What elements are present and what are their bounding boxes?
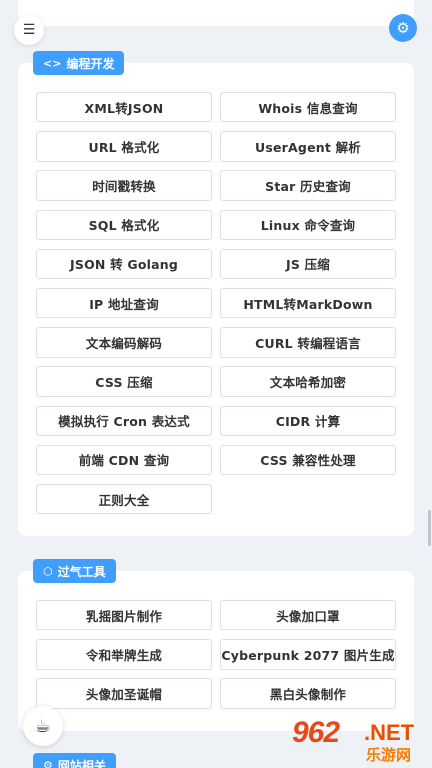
section-badge-legacy: ⬡ 过气工具	[33, 559, 116, 583]
tool-button[interactable]: 令和举牌生成	[36, 639, 212, 670]
tool-button[interactable]: XML转JSON	[36, 92, 212, 123]
tool-button[interactable]: Cyberpunk 2077 图片生成	[220, 639, 396, 670]
section-badge-website: ⚙ 网站相关	[33, 753, 116, 768]
tool-button[interactable]: HTML转MarkDown	[220, 287, 396, 319]
tool-grid-programming: XML转JSON Whois 信息查询 URL 格式化 UserAgent 解析…	[36, 92, 396, 515]
tool-button[interactable]: IP 地址查询	[36, 287, 212, 319]
tool-button[interactable]: URL 格式化	[36, 131, 212, 162]
tool-button[interactable]: 时间戳转换	[36, 170, 212, 201]
menu-button[interactable]: ☰	[14, 15, 44, 45]
section-badge-programming: <> 编程开发	[33, 51, 125, 75]
scrollbar-thumb[interactable]	[428, 510, 431, 546]
tool-button[interactable]: 头像加口罩	[220, 600, 396, 631]
previous-section-card	[18, 0, 414, 26]
tool-button[interactable]: CURL 转编程语言	[220, 327, 396, 358]
tool-button[interactable]: 乳摇图片制作	[36, 600, 212, 631]
tool-button[interactable]: Linux 命令查询	[220, 209, 396, 240]
watermark-net: .NET	[364, 720, 415, 745]
coffee-button[interactable]: ☕	[23, 706, 63, 746]
tool-button[interactable]: Star 历史查询	[220, 170, 396, 201]
tool-button[interactable]: UserAgent 解析	[220, 131, 396, 162]
code-icon: <>	[43, 56, 62, 70]
tool-button[interactable]: 前端 CDN 查询	[36, 444, 212, 476]
tool-button[interactable]: CSS 压缩	[36, 366, 212, 397]
tool-button[interactable]: 文本哈希加密	[220, 366, 396, 397]
section-title: 网站相关	[57, 758, 106, 768]
tool-button[interactable]: 文本编码解码	[36, 327, 212, 358]
tool-button[interactable]: 模拟执行 Cron 表达式	[36, 405, 212, 436]
tool-button[interactable]: 黑白头像制作	[220, 678, 396, 709]
gear-icon: ⚙	[396, 19, 410, 37]
watermark-main: 962	[292, 716, 340, 749]
tool-button[interactable]: CSS 兼容性处理	[220, 444, 396, 476]
cube-icon: ⬡	[43, 564, 53, 578]
list-icon: ☰	[22, 22, 36, 38]
tool-button[interactable]: 头像加圣诞帽	[36, 678, 212, 709]
tool-button[interactable]: Whois 信息查询	[220, 92, 396, 123]
section-title: 过气工具	[57, 564, 106, 579]
tool-button[interactable]: JSON 转 Golang	[36, 248, 212, 280]
watermark-sub: 乐游网	[366, 747, 412, 764]
gear-icon: ⚙	[43, 758, 53, 768]
tool-button[interactable]: JS 压缩	[220, 248, 396, 280]
watermark-logo: 962 .NET 乐游网	[292, 716, 428, 766]
settings-button[interactable]: ⚙	[389, 14, 417, 42]
tool-grid-legacy: 乳摇图片制作 头像加口罩 令和举牌生成 Cyberpunk 2077 图片生成 …	[36, 600, 396, 709]
section-title: 编程开发	[66, 56, 115, 71]
coffee-icon: ☕	[34, 715, 52, 737]
tool-button[interactable]: 正则大全	[36, 483, 212, 515]
tool-button[interactable]: SQL 格式化	[36, 209, 212, 240]
tool-button[interactable]: CIDR 计算	[220, 405, 396, 436]
